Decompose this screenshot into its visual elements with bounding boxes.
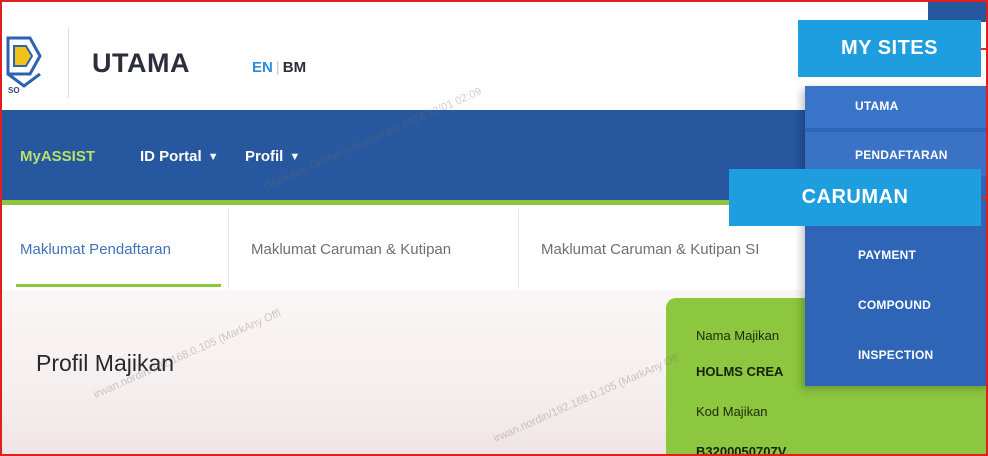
caruman-callout: CARUMAN (729, 169, 981, 226)
callout-pointer (981, 48, 986, 50)
tab-label: Maklumat Pendaftaran (20, 240, 171, 258)
page-header-title: UTAMA (92, 48, 190, 78)
menu-item-utama[interactable]: UTAMA (855, 99, 898, 113)
header-button-fragment[interactable] (928, 2, 986, 22)
my-sites-callout: MY SITES (798, 20, 981, 77)
nav-item-id-portal-label: ID Portal (140, 148, 202, 165)
employer-code-value: B3200050707V (696, 444, 787, 456)
tab-label: Maklumat Caruman & Kutipan SI (541, 240, 760, 258)
nav-item-profil[interactable]: Profil ▼ (245, 148, 300, 165)
logo-text: SO (8, 86, 20, 95)
page-title: Profil Majikan (36, 350, 175, 376)
tab-maklumat-pendaftaran[interactable]: Maklumat Pendaftaran (2, 209, 229, 289)
caret-down-icon: ▼ (289, 151, 301, 163)
header-divider (68, 28, 69, 98)
nav-item-id-portal[interactable]: ID Portal ▼ (140, 148, 219, 165)
lang-bm-link[interactable]: BM (283, 59, 306, 76)
language-switcher: EN | BM (252, 59, 306, 76)
menu-item-pendaftaran[interactable]: PENDAFTARAN (855, 148, 948, 162)
menu-item-compound[interactable]: COMPOUND (858, 298, 931, 312)
menu-item-inspection[interactable]: INSPECTION (858, 348, 933, 362)
menu-item-payment[interactable]: PAYMENT (858, 248, 916, 262)
header-button-fragment-label: C (982, 24, 986, 39)
nav-item-profil-label: Profil (245, 148, 284, 165)
screenshot-frame: SO UTAMA EN | BM MyASSIST ID Portal ▼ Profi… (0, 0, 988, 456)
agency-logo-icon (6, 36, 42, 88)
employer-code-label: Kod Majikan (696, 404, 768, 419)
tab-maklumat-caruman-kutipan[interactable]: Maklumat Caruman & Kutipan (229, 209, 519, 289)
nav-item-myassist[interactable]: MyASSIST (20, 148, 95, 165)
active-tab-indicator (16, 284, 221, 287)
employer-name-value: HOLMS CREA (696, 364, 784, 379)
my-sites-menu (805, 86, 986, 386)
employer-name-label: Nama Majikan (696, 328, 780, 343)
lang-separator: | (275, 59, 280, 76)
caret-down-icon: ▼ (207, 151, 219, 163)
callout-pointer (981, 197, 986, 199)
tab-label: Maklumat Caruman & Kutipan (251, 240, 452, 258)
lang-en-link[interactable]: EN (252, 59, 273, 76)
